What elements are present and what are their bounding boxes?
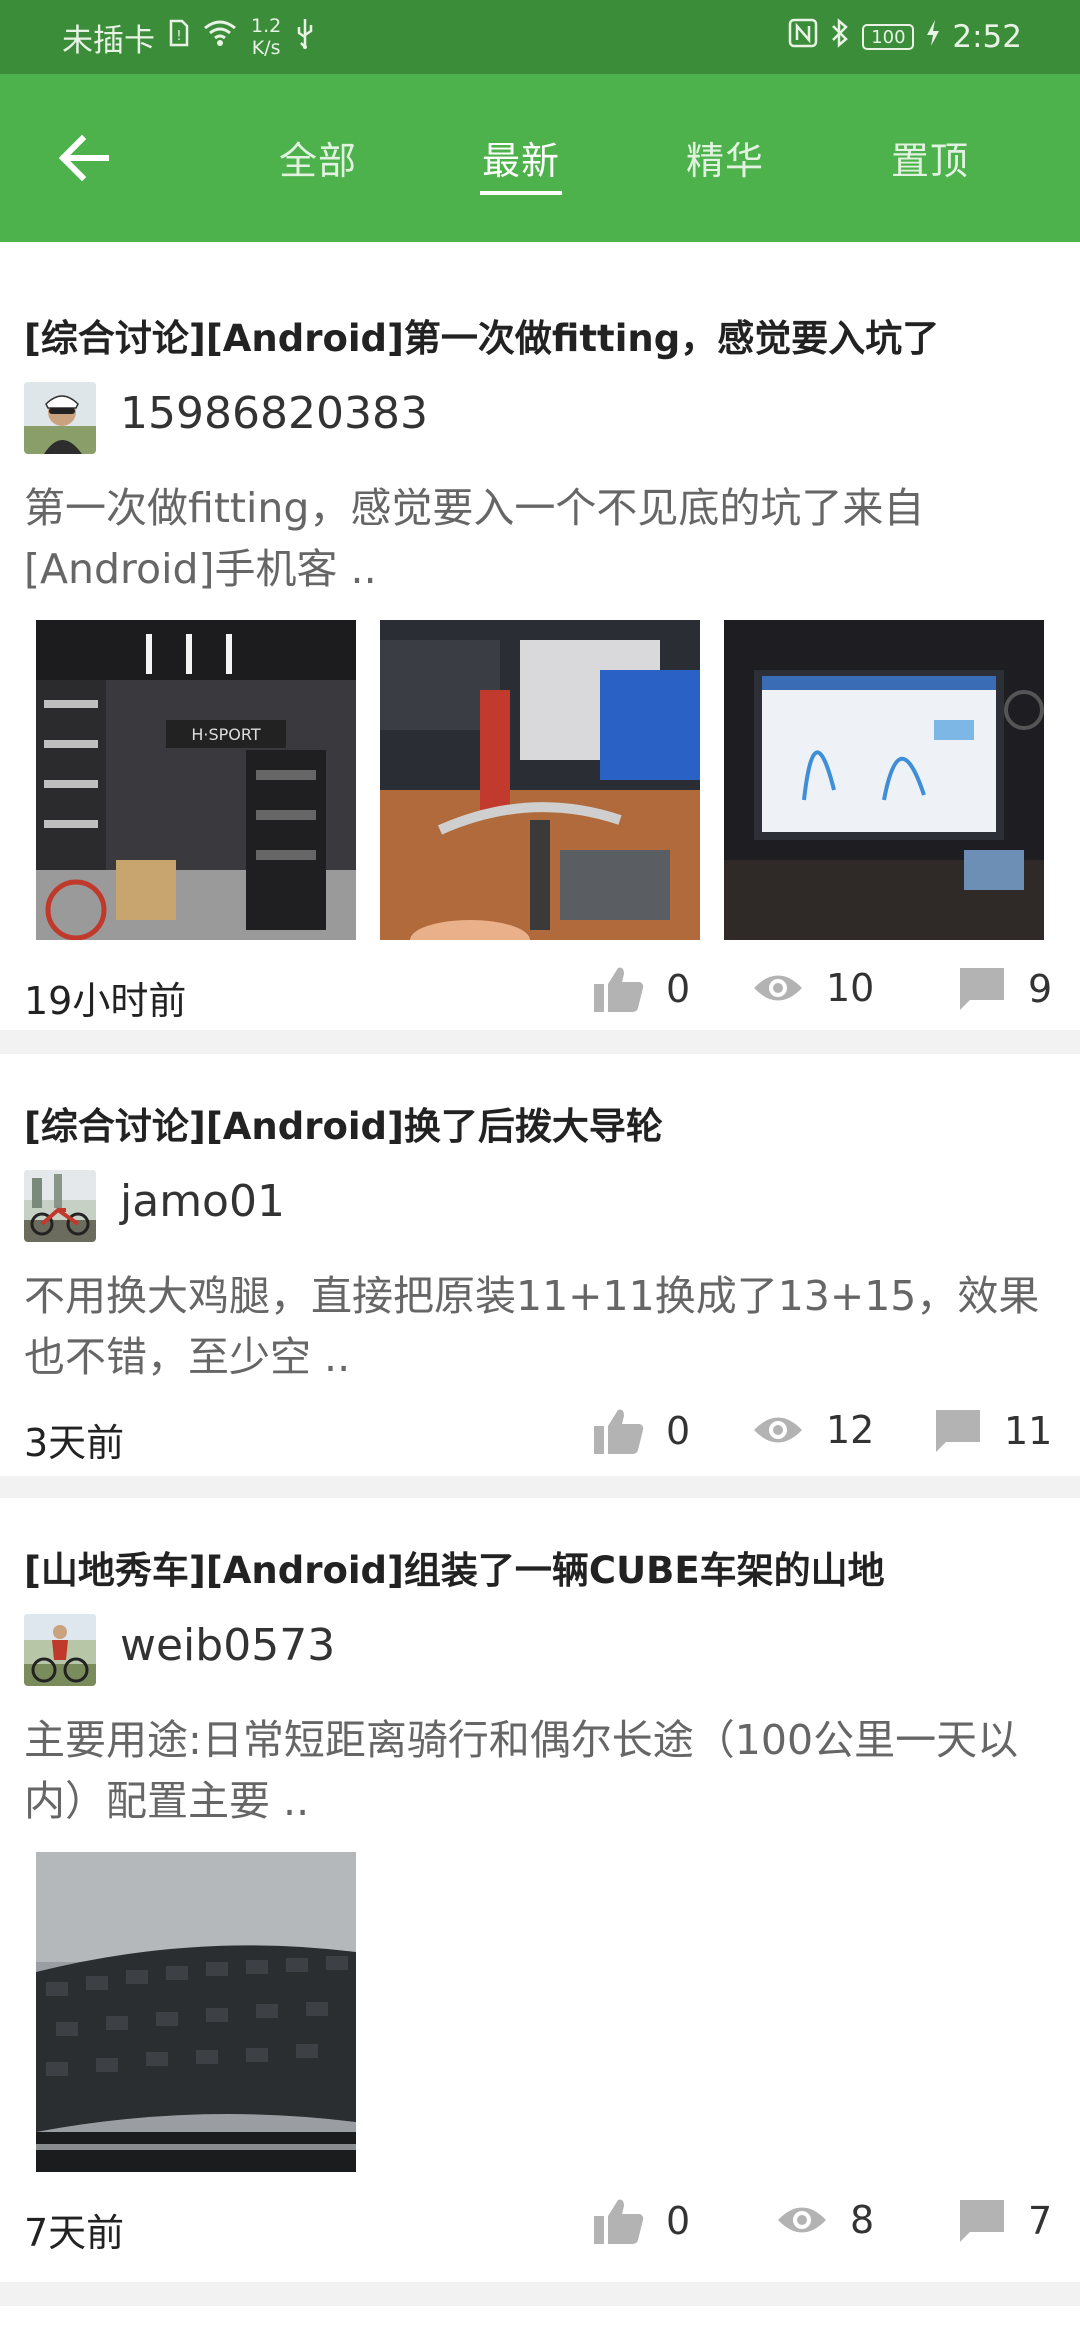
thumbs-up-icon — [594, 967, 644, 1012]
author-name[interactable]: weib0573 — [120, 1620, 335, 1671]
svg-text:H·SPORT: H·SPORT — [191, 725, 260, 744]
view-count: 10 — [752, 966, 874, 1010]
battery-level: 100 — [871, 26, 906, 48]
battery-icon: 100 — [862, 24, 915, 50]
post-image[interactable] — [724, 620, 1044, 940]
post-title: [综合讨论][Android]换了后拨大导轮 — [24, 1105, 663, 1148]
comment-count-value: 7 — [1028, 2199, 1053, 2243]
svg-text:!: ! — [176, 29, 181, 44]
post-excerpt: 主要用途:日常短距离骑行和偶尔长途（100公里一天以内）配置主要 .. — [24, 1716, 1019, 1825]
wifi-icon — [203, 19, 237, 55]
eye-icon — [754, 1417, 802, 1443]
like-count-value: 0 — [666, 1409, 691, 1453]
tab-latest[interactable]: 最新 — [441, 130, 601, 195]
network-speed: 1.2 K/s — [251, 15, 281, 59]
tab-bar: 全部 最新 精华 置顶 — [0, 74, 1080, 242]
avatar[interactable] — [24, 1170, 96, 1242]
like-count-value: 0 — [666, 2199, 691, 2243]
network-speed-value: 1.2 — [251, 15, 282, 37]
post-time: 3天前 — [24, 1421, 125, 1465]
sim-icon: ! — [169, 19, 189, 55]
carrier-label: 未插卡 — [62, 22, 155, 59]
post-image[interactable] — [380, 620, 700, 940]
comment-count[interactable]: 7 — [958, 2198, 1052, 2244]
post-card[interactable]: [综合讨论][Android]第一次做fitting，感觉要入坑了 159868… — [0, 242, 1080, 1030]
comment-count-value: 11 — [1004, 1409, 1053, 1453]
view-count: 8 — [776, 2198, 874, 2242]
thumbs-up-icon — [594, 1409, 644, 1454]
usb-icon — [295, 17, 315, 57]
comment-count-value: 9 — [1028, 967, 1053, 1011]
post-card[interactable]: [综合讨论][Android]换了后拨大导轮 jamo01 不用换大鸡腿，直接把… — [0, 1054, 1080, 1476]
tab-latest-label: 最新 — [481, 139, 560, 183]
comment-count[interactable]: 11 — [934, 1408, 1052, 1454]
post-time: 19小时前 — [24, 979, 187, 1023]
comment-icon — [960, 968, 1004, 1010]
active-tab-indicator — [480, 191, 562, 195]
post-title: [山地秀车][Android]组装了一辆CUBE车架的山地 — [24, 1549, 885, 1592]
author-name[interactable]: 15986820383 — [120, 388, 428, 439]
post-excerpt: 第一次做fitting，感觉要入一个不见底的坑了来自[Android]手机客 .… — [24, 484, 925, 593]
post-title: [综合讨论][Android]第一次做fitting，感觉要入坑了 — [24, 317, 940, 360]
like-count[interactable]: 0 — [594, 2198, 690, 2244]
clock: 2:52 — [952, 19, 1022, 55]
nfc-icon — [788, 18, 818, 56]
comment-count[interactable]: 9 — [958, 966, 1052, 1012]
view-count: 12 — [752, 1408, 874, 1452]
comment-icon — [936, 1410, 980, 1452]
bluetooth-icon — [830, 18, 850, 56]
app-bar: 全部 最新 精华 置顶 — [0, 74, 1080, 242]
post-excerpt: 不用换大鸡腿，直接把原装11+11换成了13+15，效果也不错，至少空 .. — [24, 1272, 1040, 1381]
like-count[interactable]: 0 — [594, 1408, 690, 1454]
charging-icon — [926, 19, 940, 55]
avatar[interactable] — [24, 382, 96, 454]
author-name[interactable]: jamo01 — [120, 1176, 285, 1227]
post-time: 7天前 — [24, 2211, 125, 2255]
post-card[interactable]: [山地秀车][Android]组装了一辆CUBE车架的山地 weib0573 主… — [0, 1498, 1080, 2282]
tab-pinned-label: 置顶 — [890, 139, 969, 183]
tab-pinned[interactable]: 置顶 — [850, 130, 1010, 185]
tab-featured-label: 精华 — [685, 139, 764, 183]
post-image[interactable]: H·SPORT — [36, 620, 356, 940]
thumbs-up-icon — [594, 2199, 644, 2244]
tab-all-label: 全部 — [278, 139, 357, 183]
eye-icon — [754, 975, 802, 1001]
like-count[interactable]: 0 — [594, 966, 690, 1012]
network-speed-unit: K/s — [251, 37, 281, 59]
post-image[interactable] — [36, 1852, 356, 2172]
view-count-value: 8 — [850, 2198, 875, 2242]
view-count-value: 10 — [826, 966, 875, 1010]
status-bar: 未插卡 ! 1.2 K/s 100 2:52 — [0, 0, 1080, 74]
tab-all[interactable]: 全部 — [238, 130, 398, 185]
post-card[interactable] — [0, 2306, 1080, 2340]
view-count-value: 12 — [826, 1408, 875, 1452]
avatar[interactable] — [24, 1614, 96, 1686]
comment-icon — [960, 2200, 1004, 2242]
eye-icon — [778, 2207, 826, 2233]
tab-featured[interactable]: 精华 — [645, 130, 805, 185]
like-count-value: 0 — [666, 967, 691, 1011]
